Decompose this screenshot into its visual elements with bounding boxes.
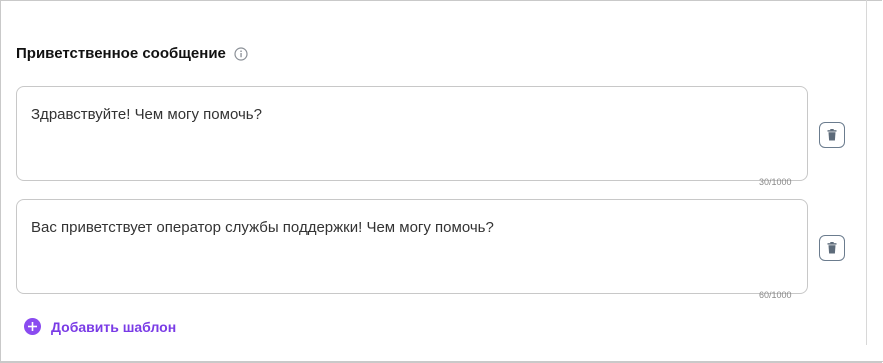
trash-icon xyxy=(827,242,837,254)
section-title: Приветственное сообщение xyxy=(16,45,226,62)
add-template-label: Добавить шаблон xyxy=(51,318,177,335)
trash-icon xyxy=(827,129,837,141)
template-text: Вас приветствует оператор службы поддерж… xyxy=(31,219,494,236)
panel-divider xyxy=(866,0,867,345)
panel-bottom-border xyxy=(0,361,883,362)
delete-template-button-1[interactable] xyxy=(819,122,845,148)
template-textarea-1[interactable]: Здравствуйте! Чем могу помочь? 30/1000 xyxy=(16,86,808,187)
plus-circle-icon xyxy=(24,318,41,335)
char-counter: 60/1000 xyxy=(759,290,792,300)
template-text: Здравствуйте! Чем могу помочь? xyxy=(31,106,262,123)
info-icon[interactable] xyxy=(234,46,248,61)
char-counter: 30/1000 xyxy=(759,177,792,187)
section-header: Приветственное сообщение xyxy=(16,45,248,62)
template-textarea-2[interactable]: Вас приветствует оператор службы поддерж… xyxy=(16,199,808,300)
add-template-button[interactable]: Добавить шаблон xyxy=(24,318,176,335)
delete-template-button-2[interactable] xyxy=(819,235,845,261)
